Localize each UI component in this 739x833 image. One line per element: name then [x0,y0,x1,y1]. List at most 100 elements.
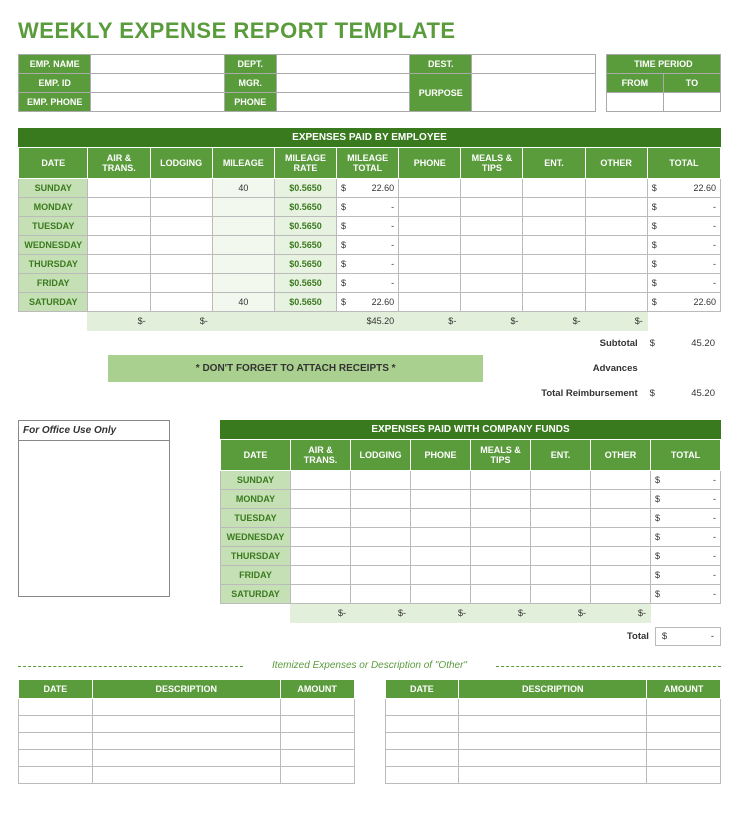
other-cell[interactable] [591,509,651,528]
other-cell[interactable] [591,471,651,490]
phone-cell[interactable] [399,236,461,255]
other-cell[interactable] [591,585,651,604]
meals-cell[interactable] [471,490,531,509]
air-cell[interactable] [88,274,150,293]
air-cell[interactable] [88,293,150,312]
lodging-cell[interactable] [150,198,212,217]
itemized-row[interactable] [19,750,355,767]
purpose-input[interactable] [472,74,595,112]
ent-cell[interactable] [523,255,585,274]
itemized-row[interactable] [385,699,721,716]
meals-cell[interactable] [471,566,531,585]
mileage-cell[interactable]: 40 [212,293,274,312]
mileage-cell[interactable] [212,274,274,293]
dept-input[interactable] [276,55,409,74]
ent-cell[interactable] [523,198,585,217]
mileage-cell[interactable] [212,255,274,274]
meals-cell[interactable] [461,293,523,312]
other-cell[interactable] [591,490,651,509]
lodging-cell[interactable] [351,528,411,547]
air-cell[interactable] [291,547,351,566]
other-cell[interactable] [585,198,647,217]
ent-cell[interactable] [531,471,591,490]
lodging-cell[interactable] [150,255,212,274]
phone-cell[interactable] [399,217,461,236]
itemized-row[interactable] [385,767,721,784]
other-cell[interactable] [585,274,647,293]
other-cell[interactable] [585,179,647,198]
meals-cell[interactable] [461,274,523,293]
meals-cell[interactable] [461,255,523,274]
meals-cell[interactable] [461,179,523,198]
ent-cell[interactable] [523,274,585,293]
air-cell[interactable] [88,198,150,217]
mileage-cell[interactable] [212,217,274,236]
meals-cell[interactable] [471,585,531,604]
lodging-cell[interactable] [351,566,411,585]
lodging-cell[interactable] [150,293,212,312]
ent-cell[interactable] [523,293,585,312]
air-cell[interactable] [88,255,150,274]
other-cell[interactable] [585,293,647,312]
ent-cell[interactable] [531,528,591,547]
phone-cell[interactable] [411,585,471,604]
phone-cell[interactable] [411,566,471,585]
meals-cell[interactable] [461,198,523,217]
lodging-cell[interactable] [150,179,212,198]
itemized-row[interactable] [19,699,355,716]
phone-cell[interactable] [411,509,471,528]
mileage-cell[interactable]: 40 [212,179,274,198]
ent-cell[interactable] [531,509,591,528]
lodging-cell[interactable] [150,236,212,255]
itemized-row[interactable] [385,750,721,767]
phone-cell[interactable] [411,490,471,509]
lodging-cell[interactable] [351,509,411,528]
emp-phone-input[interactable] [91,93,224,112]
other-cell[interactable] [585,217,647,236]
dest-input[interactable] [472,55,595,74]
air-cell[interactable] [291,585,351,604]
lodging-cell[interactable] [351,490,411,509]
phone-cell[interactable] [399,198,461,217]
lodging-cell[interactable] [150,217,212,236]
air-cell[interactable] [88,179,150,198]
meals-cell[interactable] [461,217,523,236]
itemized-row[interactable] [19,716,355,733]
phone-cell[interactable] [411,528,471,547]
from-input[interactable] [606,93,663,112]
lodging-cell[interactable] [351,547,411,566]
itemized-row[interactable] [385,733,721,750]
lodging-cell[interactable] [150,274,212,293]
mgr-input[interactable] [276,74,409,93]
itemized-row[interactable] [19,733,355,750]
ent-cell[interactable] [531,490,591,509]
phone-cell[interactable] [399,179,461,198]
ent-cell[interactable] [523,179,585,198]
emp-name-input[interactable] [91,55,224,74]
emp-id-input[interactable] [91,74,224,93]
other-cell[interactable] [591,547,651,566]
meals-cell[interactable] [461,236,523,255]
itemized-row[interactable] [19,767,355,784]
phone-cell[interactable] [399,274,461,293]
to-input[interactable] [663,93,720,112]
itemized-row[interactable] [385,716,721,733]
ent-cell[interactable] [523,236,585,255]
air-cell[interactable] [291,528,351,547]
ent-cell[interactable] [531,585,591,604]
mileage-cell[interactable] [212,236,274,255]
other-cell[interactable] [591,528,651,547]
phone-input[interactable] [276,93,409,112]
phone-cell[interactable] [411,547,471,566]
air-cell[interactable] [291,471,351,490]
ent-cell[interactable] [523,217,585,236]
air-cell[interactable] [88,236,150,255]
other-cell[interactable] [591,566,651,585]
air-cell[interactable] [291,509,351,528]
ent-cell[interactable] [531,566,591,585]
meals-cell[interactable] [471,471,531,490]
phone-cell[interactable] [399,255,461,274]
lodging-cell[interactable] [351,585,411,604]
air-cell[interactable] [88,217,150,236]
meals-cell[interactable] [471,547,531,566]
